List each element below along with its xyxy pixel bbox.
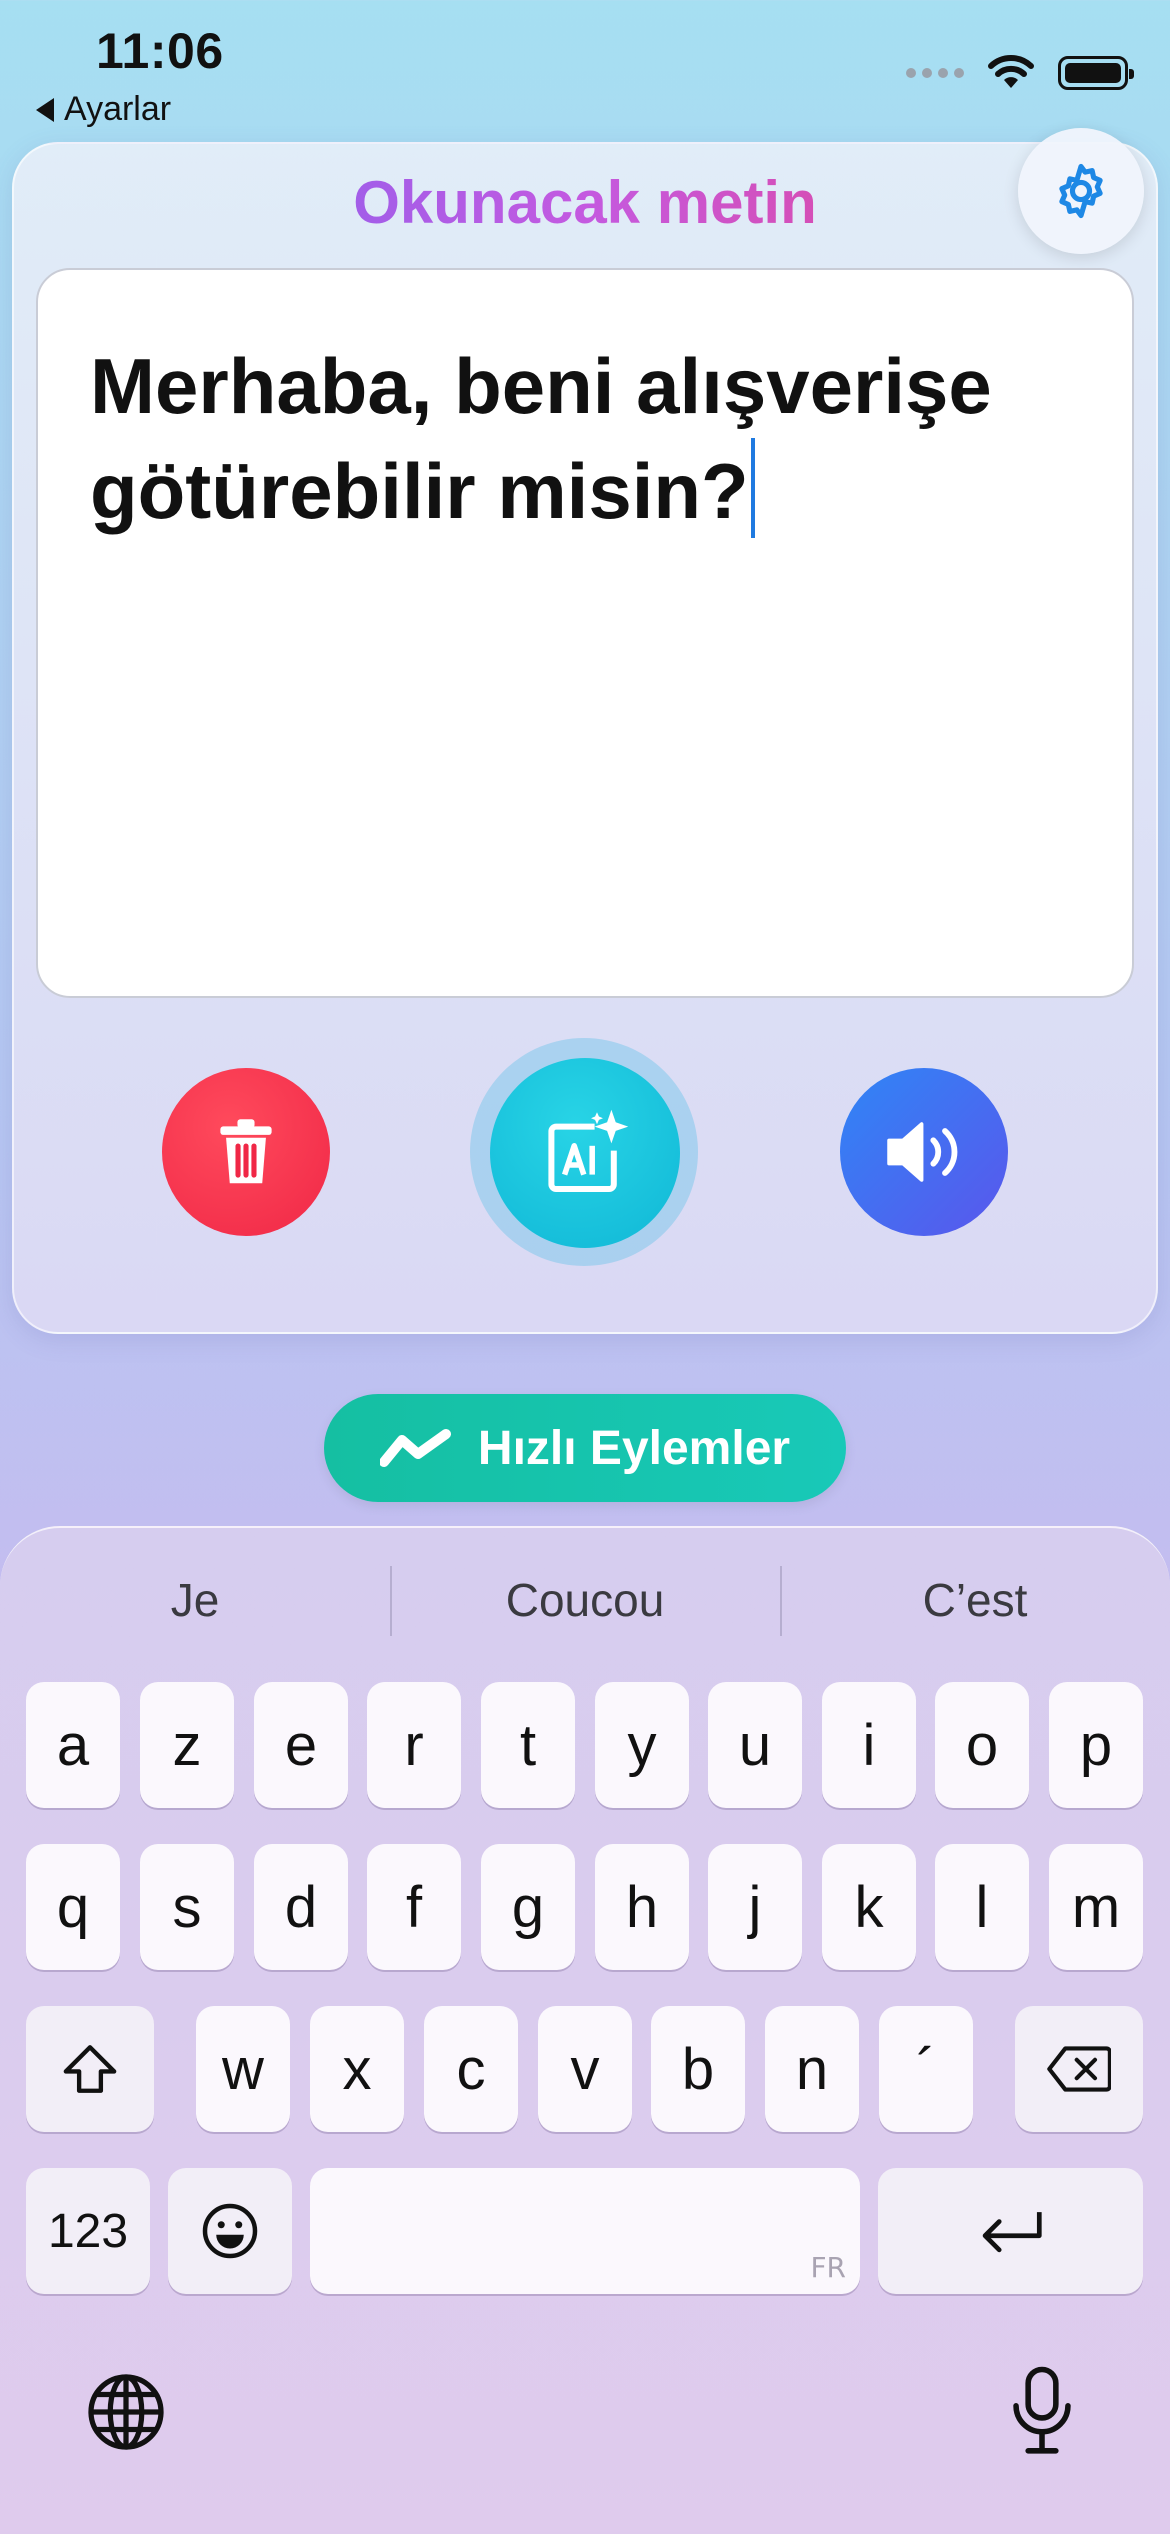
keyboard-suggestions: Je Coucou C’est — [0, 1560, 1170, 1640]
key-w[interactable]: w — [196, 2006, 290, 2132]
return-key[interactable] — [878, 2168, 1143, 2294]
key-d[interactable]: d — [254, 1844, 348, 1970]
editor-text: Merhaba, beni alışverişe götürebilir mis… — [90, 342, 992, 535]
key-h[interactable]: h — [595, 1844, 689, 1970]
cellular-signal-icon — [906, 68, 964, 78]
text-editor[interactable]: Merhaba, beni alışverişe götürebilir mis… — [36, 268, 1134, 998]
key-k[interactable]: k — [822, 1844, 916, 1970]
ai-sparkle-icon — [548, 1109, 629, 1192]
key-y[interactable]: y — [595, 1682, 689, 1808]
key-m[interactable]: m — [1049, 1844, 1143, 1970]
key-n[interactable]: n — [765, 2006, 859, 2132]
chart-line-icon — [379, 1429, 451, 1467]
back-to-settings-link[interactable]: Ayarlar — [36, 90, 171, 129]
key-a[interactable]: a — [26, 1682, 120, 1808]
shift-key[interactable] — [26, 2006, 154, 2132]
key-g[interactable]: g — [481, 1844, 575, 1970]
gear-icon — [1059, 163, 1103, 219]
speaker-icon — [887, 1122, 958, 1182]
emoji-key[interactable] — [168, 2168, 292, 2294]
card-title: Okunacak metin — [0, 168, 1170, 237]
key-z[interactable]: z — [140, 1682, 234, 1808]
key-x[interactable]: x — [310, 2006, 404, 2132]
key-r[interactable]: r — [367, 1682, 461, 1808]
back-triangle-icon — [36, 97, 54, 122]
key-c[interactable]: c — [424, 2006, 518, 2132]
text-caret — [750, 438, 755, 538]
suggestion-item[interactable]: Coucou — [390, 1560, 780, 1640]
key-s[interactable]: s — [140, 1844, 234, 1970]
key-i[interactable]: i — [822, 1682, 916, 1808]
key-q[interactable]: q — [26, 1844, 120, 1970]
key-u[interactable]: u — [708, 1682, 802, 1808]
key-j[interactable]: j — [708, 1844, 802, 1970]
wifi-icon — [988, 55, 1034, 88]
key-acute[interactable]: ´ — [879, 2006, 973, 2132]
speak-button[interactable] — [840, 1068, 1008, 1236]
space-key[interactable]: FR — [310, 2168, 860, 2294]
emoji-icon — [202, 2203, 258, 2259]
settings-button[interactable] — [1018, 128, 1144, 254]
ai-button[interactable] — [490, 1058, 680, 1248]
key-e[interactable]: e — [254, 1682, 348, 1808]
quick-actions-button[interactable]: Hızlı Eylemler — [324, 1394, 846, 1502]
return-icon — [982, 2212, 1042, 2253]
numbers-key[interactable]: 123 — [26, 2168, 150, 2294]
delete-button[interactable] — [162, 1068, 330, 1236]
key-o[interactable]: o — [935, 1682, 1029, 1808]
key-v[interactable]: v — [538, 2006, 632, 2132]
suggestion-item[interactable]: C’est — [780, 1560, 1170, 1640]
key-p[interactable]: p — [1049, 1682, 1143, 1808]
key-l[interactable]: l — [935, 1844, 1029, 1970]
key-b[interactable]: b — [651, 2006, 745, 2132]
backspace-key[interactable] — [1015, 2006, 1143, 2132]
status-indicators — [906, 54, 1134, 92]
battery-icon — [1058, 56, 1134, 90]
globe-icon[interactable] — [84, 2370, 168, 2454]
key-t[interactable]: t — [481, 1682, 575, 1808]
quick-actions-label: Hızlı Eylemler — [477, 1421, 791, 1475]
trash-icon — [220, 1119, 272, 1184]
microphone-icon[interactable] — [1006, 2366, 1078, 2456]
key-f[interactable]: f — [367, 1844, 461, 1970]
shift-icon — [63, 2045, 117, 2093]
suggestion-item[interactable]: Je — [0, 1560, 390, 1640]
back-label: Ayarlar — [64, 90, 172, 128]
backspace-icon — [1047, 2046, 1111, 2092]
keyboard-language-label: FR — [810, 2251, 846, 2284]
status-time: 11:06 — [96, 23, 224, 79]
